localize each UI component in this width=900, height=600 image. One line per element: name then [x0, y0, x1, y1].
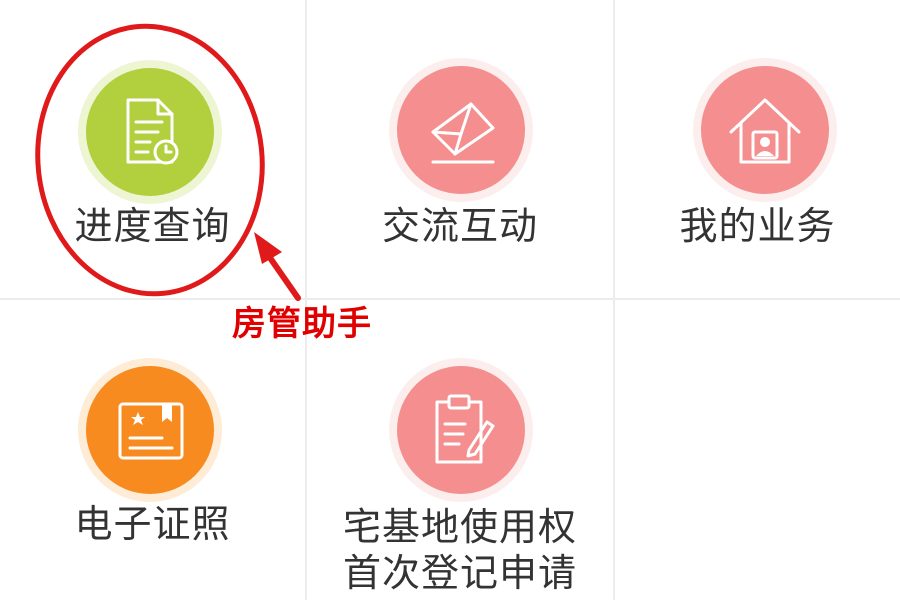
tile-label-homestead-line1: 宅基地使用权	[342, 505, 577, 549]
tile-label-progress-query: 进度查询	[74, 204, 231, 248]
tile-e-certificate[interactable]: 电子证照	[0, 300, 305, 600]
certificate-icon	[78, 358, 222, 502]
tile-label-communication: 交流互动	[381, 204, 538, 248]
envelope-icon	[389, 58, 533, 202]
communication-icon-circle	[389, 58, 533, 202]
progress-query-icon-circle	[78, 60, 222, 204]
annotation-label: 房管助手	[232, 304, 372, 344]
document-history-icon	[78, 60, 222, 204]
house-user-icon	[693, 58, 837, 202]
tile-communication[interactable]: 交流互动	[307, 0, 613, 298]
homestead-registration-icon-circle	[389, 358, 533, 502]
tile-label-my-business: 我的业务	[679, 204, 836, 248]
clipboard-edit-icon	[389, 358, 533, 502]
e-certificate-icon-circle	[78, 358, 222, 502]
tile-my-business[interactable]: 我的业务	[615, 0, 900, 298]
tile-label-e-certificate: 电子证照	[74, 502, 231, 546]
tile-homestead-registration[interactable]: 宅基地使用权 首次登记申请	[307, 300, 613, 600]
my-business-icon-circle	[693, 58, 837, 202]
tile-label-homestead-line2: 首次登记申请	[342, 551, 577, 595]
tile-progress-query[interactable]: 进度查询	[0, 0, 305, 298]
